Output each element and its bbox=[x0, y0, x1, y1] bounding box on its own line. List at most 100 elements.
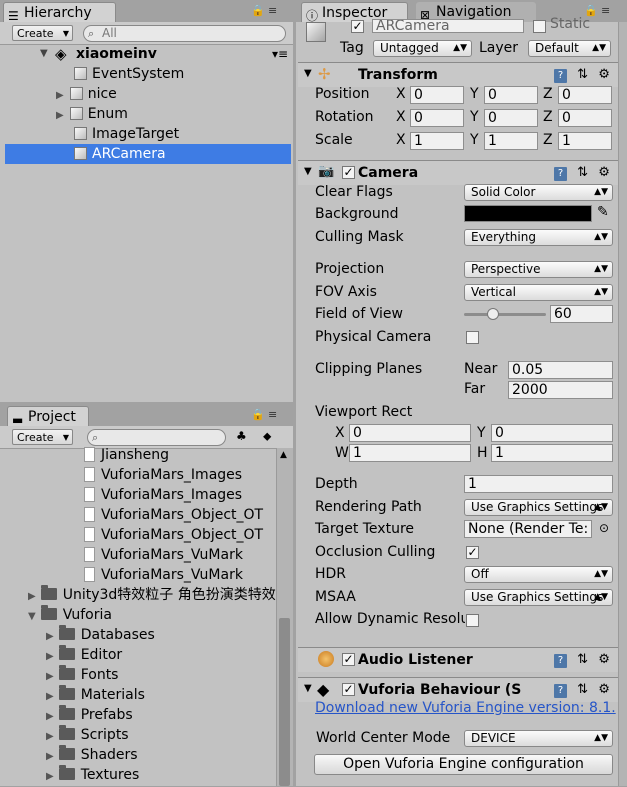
tab-hierarchy[interactable]: ☰ Hierarchy bbox=[3, 2, 116, 23]
collapsed-arrow-icon[interactable]: ▶ bbox=[56, 110, 64, 121]
collapsed-arrow-icon[interactable]: ▶ bbox=[46, 671, 54, 682]
project-folder-item[interactable]: ▶ Materials bbox=[46, 685, 145, 705]
audio-listener-enabled-checkbox[interactable]: ✓ bbox=[342, 653, 355, 666]
project-file-item[interactable]: VuforiaMars_Object_OT bbox=[84, 525, 263, 545]
occlusion-culling-checkbox[interactable]: ✓ bbox=[466, 546, 479, 559]
hierarchy-item-arcamera[interactable]: ARCamera bbox=[5, 144, 291, 164]
menu-icon[interactable]: ≡ bbox=[601, 4, 610, 17]
project-file-item[interactable]: VuforiaMars_Images bbox=[84, 485, 242, 505]
tag-dropdown[interactable]: Untagged ▲▼ bbox=[373, 40, 472, 57]
scroll-thumb[interactable] bbox=[279, 618, 290, 786]
collapsed-arrow-icon[interactable]: ▶ bbox=[46, 711, 54, 722]
folder-vuforia[interactable]: ▼ Vuforia bbox=[28, 605, 112, 625]
collapsed-arrow-icon[interactable]: ▶ bbox=[46, 771, 54, 782]
object-active-checkbox[interactable]: ✓ bbox=[351, 20, 364, 33]
expanded-arrow-icon[interactable]: ▼ bbox=[304, 166, 312, 177]
project-folder-item[interactable]: ▶ Scripts bbox=[46, 725, 129, 745]
viewport-x-field[interactable]: 0 bbox=[349, 424, 471, 442]
project-folder-item[interactable]: ▶ Fonts bbox=[46, 665, 118, 685]
near-field[interactable]: 0.05 bbox=[508, 361, 613, 379]
scale-z-field[interactable]: 1 bbox=[558, 132, 612, 150]
hierarchy-item-nice[interactable]: ▶ nice bbox=[56, 84, 117, 104]
fov-slider-track[interactable] bbox=[464, 313, 546, 316]
viewport-w-field[interactable]: 1 bbox=[349, 444, 471, 462]
far-field[interactable]: 2000 bbox=[508, 381, 613, 399]
hierarchy-create-button[interactable]: Create ▼ bbox=[12, 25, 73, 41]
physical-camera-checkbox[interactable] bbox=[466, 331, 479, 344]
scale-y-field[interactable]: 1 bbox=[484, 132, 538, 150]
collapsed-arrow-icon[interactable]: ▶ bbox=[28, 591, 36, 602]
layer-dropdown[interactable]: Default ▲▼ bbox=[528, 40, 611, 57]
preset-icon[interactable]: ⇅ bbox=[577, 165, 588, 180]
vuforia-enabled-checkbox[interactable]: ✓ bbox=[342, 683, 355, 696]
lock-icon[interactable]: 🔒 bbox=[251, 4, 265, 17]
scene-menu-icon[interactable]: ▾≡ bbox=[272, 44, 288, 64]
scene-row[interactable]: ▼ ◈ xiaomeinv ▾≡ bbox=[0, 44, 293, 64]
project-folder-item[interactable]: ▶ Editor bbox=[46, 645, 122, 665]
expanded-arrow-icon[interactable]: ▼ bbox=[28, 611, 36, 622]
hierarchy-search-input[interactable]: ⌕ All bbox=[83, 25, 286, 42]
camera-header[interactable]: ▼ 📷 ✓ Camera ? ⇅ ⚙ bbox=[298, 160, 618, 185]
preset-icon[interactable]: ⇅ bbox=[577, 682, 588, 697]
project-file-item[interactable]: VuforiaMars_VuMark bbox=[84, 545, 243, 565]
gear-icon[interactable]: ⚙ bbox=[598, 652, 610, 667]
scale-x-field[interactable]: 1 bbox=[410, 132, 464, 150]
project-scrollbar[interactable]: ▲ bbox=[276, 448, 293, 786]
fov-axis-dropdown[interactable]: Vertical ▲▼ bbox=[464, 284, 613, 301]
project-folder-item[interactable]: ▶ Textures bbox=[46, 765, 139, 785]
fov-value-field[interactable]: 60 bbox=[550, 305, 613, 323]
target-texture-field[interactable]: None (Render Te: bbox=[464, 520, 592, 538]
project-file-item[interactable]: Jiansheng bbox=[84, 445, 169, 465]
camera-enabled-checkbox[interactable]: ✓ bbox=[342, 166, 355, 179]
hierarchy-item-imagetarget[interactable]: ImageTarget bbox=[74, 124, 179, 144]
gear-icon[interactable]: ⚙ bbox=[598, 67, 610, 82]
static-checkbox[interactable] bbox=[533, 20, 546, 33]
audio-listener-header[interactable]: ✓ Audio Listener ? ⇅ ⚙ bbox=[298, 647, 618, 672]
collapsed-arrow-icon[interactable]: ▶ bbox=[46, 731, 54, 742]
preset-icon[interactable]: ⇅ bbox=[577, 67, 588, 82]
project-search-input[interactable]: ⌕ bbox=[87, 429, 226, 446]
menu-icon[interactable]: ≡ bbox=[268, 4, 277, 17]
scroll-up-arrow-icon[interactable]: ▲ bbox=[280, 450, 287, 460]
position-x-field[interactable]: 0 bbox=[410, 86, 464, 104]
world-center-mode-dropdown[interactable]: DEVICE ▲▼ bbox=[464, 730, 613, 747]
project-folder-item[interactable]: ▶ Shaders bbox=[46, 745, 138, 765]
expanded-arrow-icon[interactable]: ▼ bbox=[304, 68, 312, 79]
position-z-field[interactable]: 0 bbox=[558, 86, 612, 104]
help-book-icon[interactable]: ? bbox=[554, 69, 567, 83]
hdr-dropdown[interactable]: Off ▲▼ bbox=[464, 566, 613, 583]
viewport-h-field[interactable]: 1 bbox=[491, 444, 613, 462]
gear-icon[interactable]: ⚙ bbox=[598, 165, 610, 180]
preset-icon[interactable]: ⇅ bbox=[577, 652, 588, 667]
rotation-y-field[interactable]: 0 bbox=[484, 109, 538, 127]
inspector-scrollbar[interactable] bbox=[618, 22, 627, 786]
help-book-icon[interactable]: ? bbox=[554, 654, 567, 668]
project-create-button[interactable]: Create ▼ bbox=[12, 429, 73, 445]
filter-label-icon[interactable]: ⬥ bbox=[263, 429, 271, 444]
project-folder-item[interactable]: ▶ Databases bbox=[46, 625, 155, 645]
collapsed-arrow-icon[interactable]: ▶ bbox=[46, 751, 54, 762]
msaa-dropdown[interactable]: Use Graphics Settings ▲▼ bbox=[464, 589, 613, 606]
rotation-z-field[interactable]: 0 bbox=[558, 109, 612, 127]
object-name-field[interactable]: ARCamera bbox=[372, 19, 524, 33]
tab-project[interactable]: ▬ Project bbox=[7, 406, 89, 427]
project-file-item[interactable]: VuforiaMars_Object_OT bbox=[84, 505, 263, 525]
folder-unity3d[interactable]: ▶ Unity3d特效粒子 角色扮演类特效 bbox=[28, 585, 276, 605]
hierarchy-item-eventsystem[interactable]: EventSystem bbox=[74, 64, 184, 84]
download-vuforia-link[interactable]: Download new Vuforia Engine version: 8.1… bbox=[315, 699, 620, 717]
open-vuforia-config-button[interactable]: Open Vuforia Engine configuration bbox=[314, 754, 613, 775]
transform-header[interactable]: ▼ ✢ Transform ? ⇅ ⚙ bbox=[298, 62, 618, 87]
fov-slider-thumb[interactable] bbox=[487, 308, 499, 320]
project-folder-item[interactable]: ▶ Prefabs bbox=[46, 705, 133, 725]
expanded-arrow-icon[interactable]: ▼ bbox=[304, 683, 312, 694]
object-picker-icon[interactable]: ⊙ bbox=[599, 521, 609, 535]
eyedropper-icon[interactable]: ✎ bbox=[597, 204, 609, 220]
gear-icon[interactable]: ⚙ bbox=[598, 682, 610, 697]
rendering-path-dropdown[interactable]: Use Graphics Settings ▲▼ bbox=[464, 499, 613, 516]
position-y-field[interactable]: 0 bbox=[484, 86, 538, 104]
collapsed-arrow-icon[interactable]: ▶ bbox=[46, 691, 54, 702]
filter-type-icon[interactable]: ♣ bbox=[236, 429, 247, 443]
collapsed-arrow-icon[interactable]: ▶ bbox=[46, 631, 54, 642]
menu-icon[interactable]: ≡ bbox=[268, 408, 277, 421]
expanded-arrow-icon[interactable]: ▼ bbox=[40, 44, 48, 64]
